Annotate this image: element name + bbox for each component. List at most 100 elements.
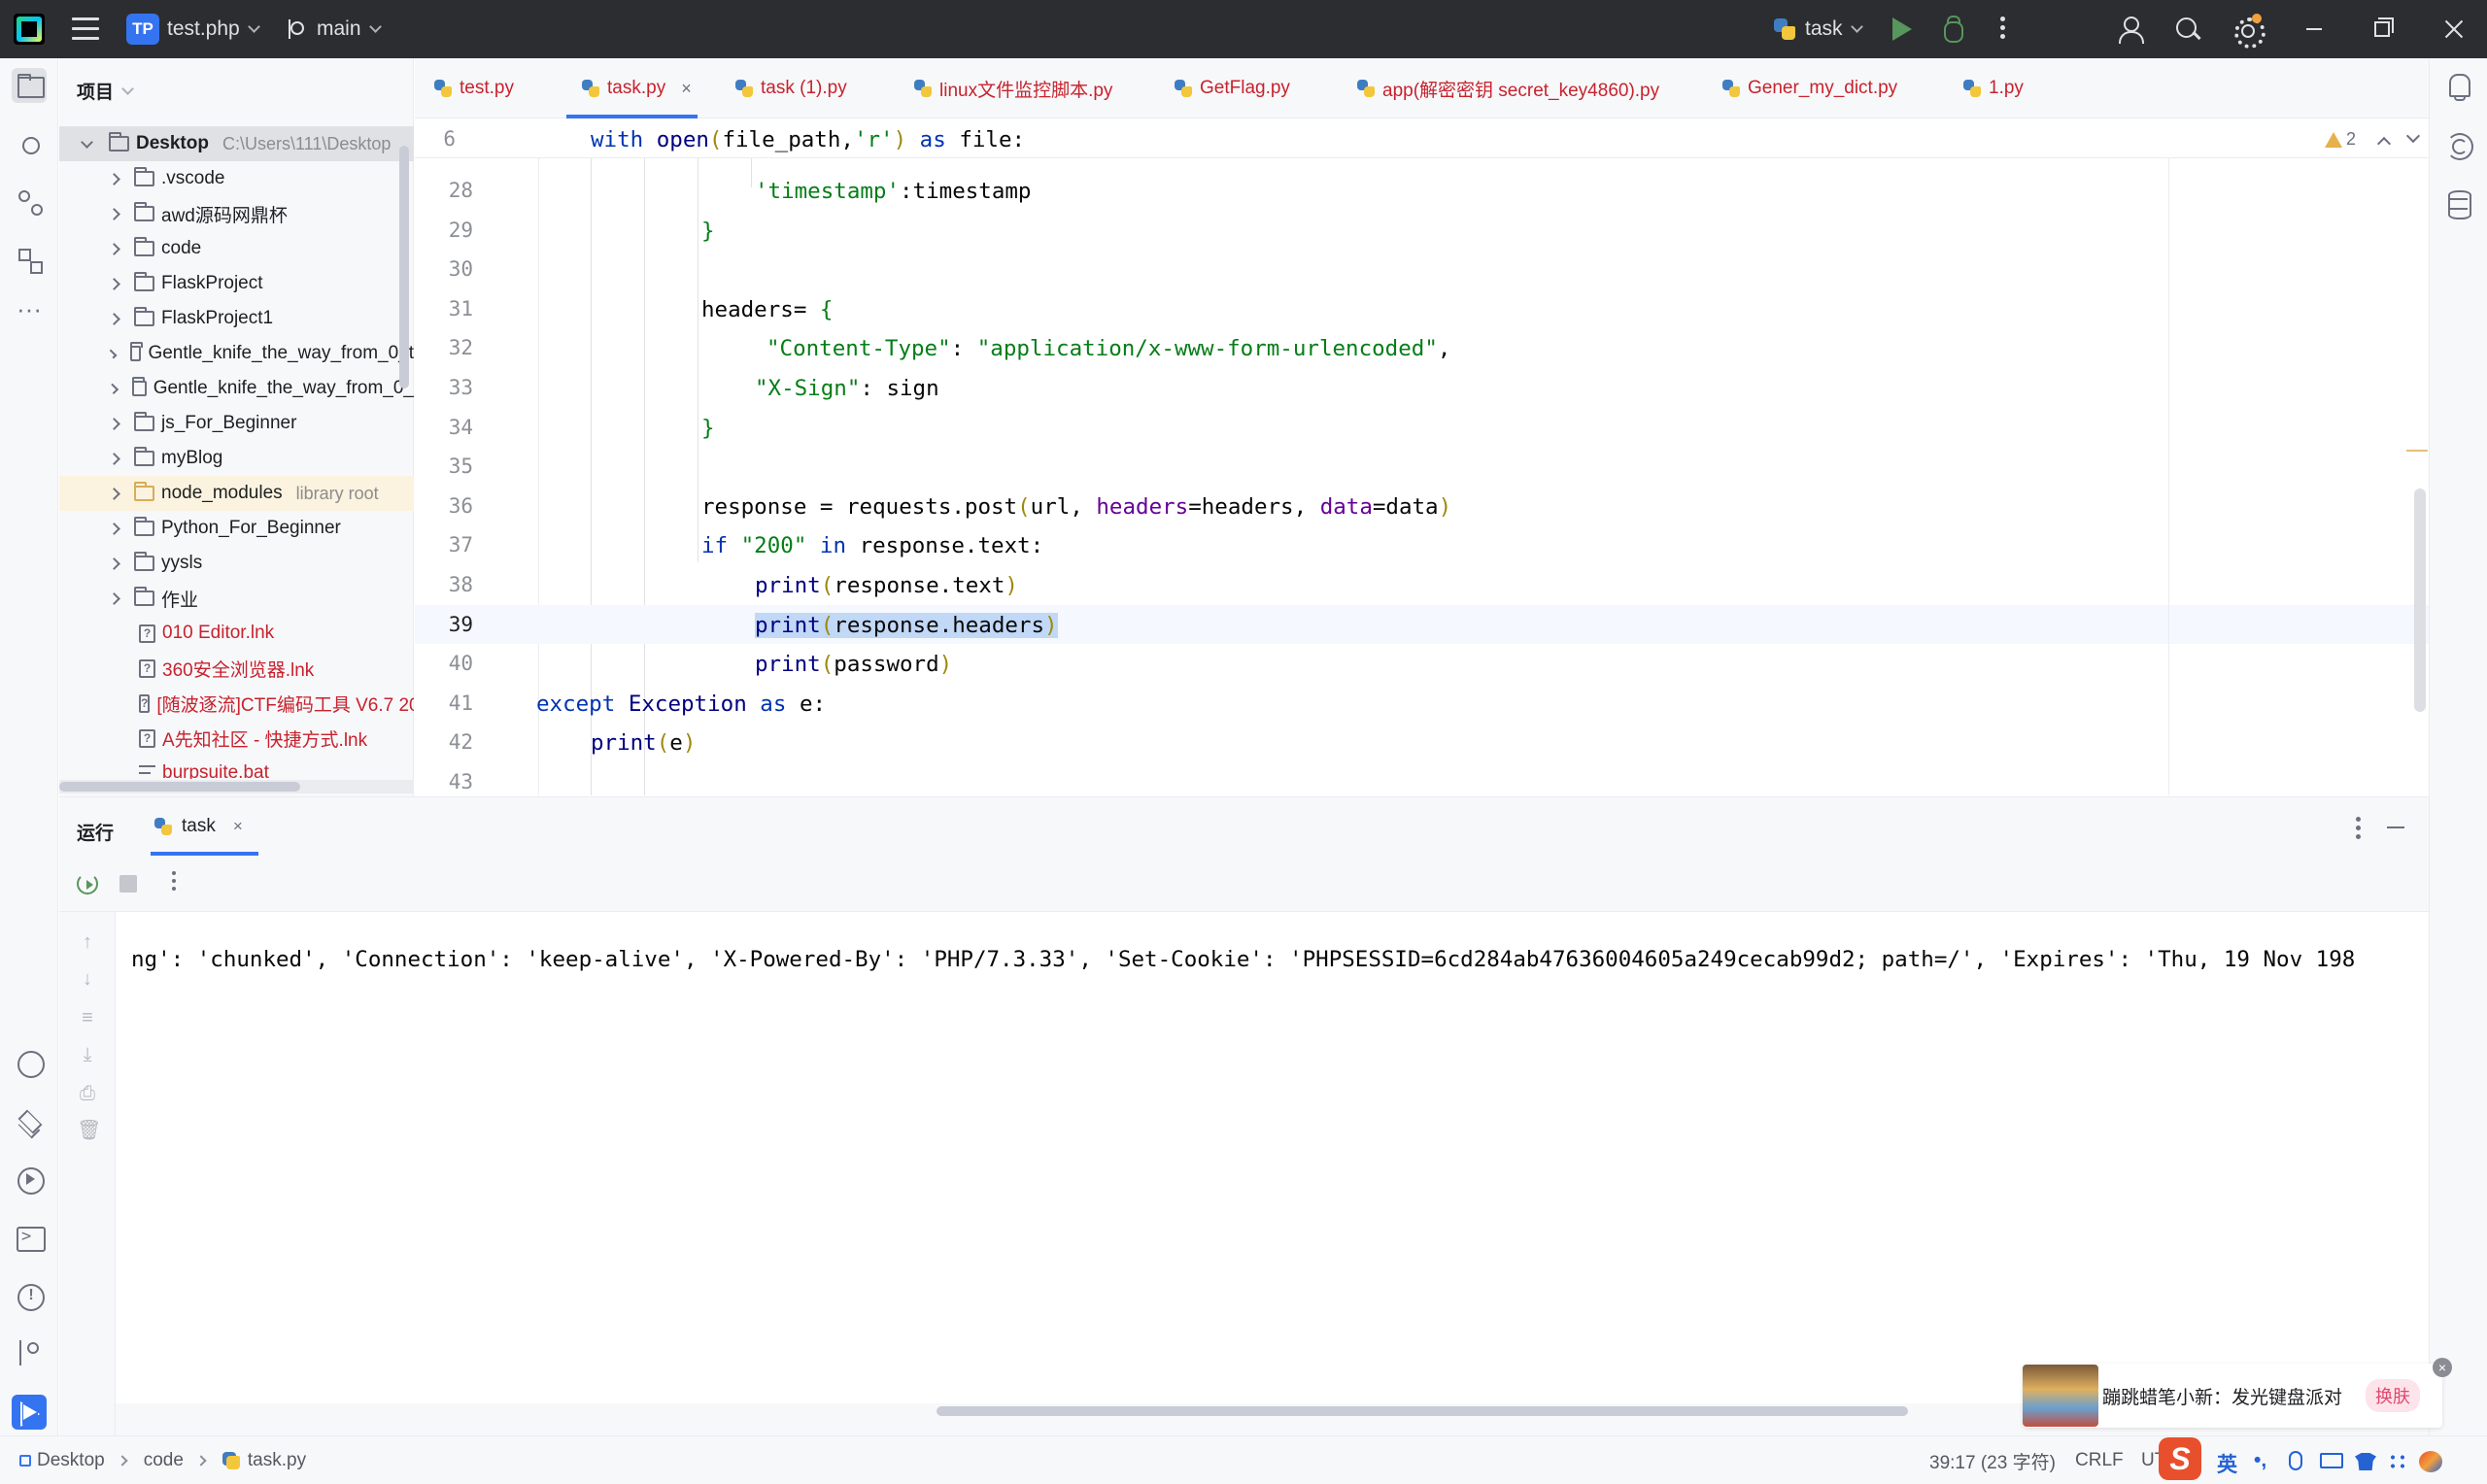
change-skin-button[interactable]: 换肤 <box>2366 1379 2421 1412</box>
tree-row[interactable]: ? [随波逐流]CTF编码工具 V6.7 20 <box>59 686 414 721</box>
run-tool-icon[interactable] <box>12 1395 47 1430</box>
ime-mascot-icon[interactable] <box>2419 1451 2442 1472</box>
code-line[interactable]: 37 if "200" in response.text: <box>415 525 2429 564</box>
code-line[interactable]: 34 } <box>415 408 2429 447</box>
line-separator[interactable]: CRLF <box>2075 1436 2124 1484</box>
editor-vertical-scrollbar[interactable] <box>2414 489 2426 712</box>
project-horizontal-scrollbar[interactable] <box>59 780 414 793</box>
expand-arrow-icon[interactable] <box>108 522 120 535</box>
problems-icon[interactable] <box>12 1278 47 1313</box>
structure-tool-icon[interactable] <box>12 243 47 278</box>
more-actions-icon[interactable] <box>2000 17 2006 43</box>
scroll-down-icon[interactable]: ↓ <box>77 968 98 990</box>
code-line[interactable]: 35 <box>415 447 2429 486</box>
expand-arrow-icon[interactable] <box>108 207 120 220</box>
tab-1-py[interactable]: 1.py <box>1963 58 2024 118</box>
run-button[interactable] <box>1892 17 1912 41</box>
expand-arrow-icon[interactable] <box>108 172 120 186</box>
tree-row[interactable]: FlaskProject1 <box>59 301 414 336</box>
project-panel-header[interactable]: 项目 <box>77 78 134 104</box>
caret-position[interactable]: 39:17 (23 字符) <box>1929 1436 2056 1484</box>
code-line-current[interactable]: 39 print(response.headers) <box>415 605 2429 644</box>
sticky-scroll-header[interactable]: 6 with open(file_path,'r') as file: 2 <box>415 119 2429 158</box>
previous-highlight-icon[interactable] <box>2376 136 2392 152</box>
tree-row[interactable]: Gentle_knife_the_way_from_0_t <box>59 336 414 371</box>
code-line[interactable]: 30 <box>415 250 2429 288</box>
next-highlight-icon[interactable] <box>2405 128 2421 144</box>
tree-row[interactable]: js_For_Beginner <box>59 406 414 441</box>
ime-skin-popup[interactable]: 蹦跳蜡笔小新：发光键盘派对 换肤 <box>2023 1364 2442 1428</box>
expand-arrow-icon[interactable] <box>108 591 120 605</box>
window-minimize-button[interactable] <box>2306 28 2322 30</box>
tab-app-py[interactable]: app(解密密钥 secret_key4860).py <box>1357 58 1659 118</box>
toolbox-icon[interactable] <box>2388 1453 2407 1470</box>
main-menu-icon[interactable] <box>72 17 99 41</box>
code-editor[interactable]: 6 with open(file_path,'r') as file: 2 28… <box>415 119 2429 795</box>
project-badge[interactable]: TP <box>126 14 159 45</box>
code-line[interactable]: 28 'timestamp':timestamp <box>415 171 2429 210</box>
scroll-to-end-icon[interactable]: ⤓ <box>77 1044 98 1065</box>
services-icon[interactable] <box>12 1162 47 1197</box>
window-restore-button[interactable] <box>2374 17 2394 37</box>
tree-row[interactable]: .vscode <box>59 161 414 196</box>
pycharm-logo-icon[interactable] <box>14 14 45 45</box>
tree-row-desktop[interactable]: Desktop C:\Users\111\Desktop <box>59 126 414 161</box>
expand-arrow-icon[interactable] <box>107 349 118 358</box>
error-stripe-mark[interactable] <box>2406 450 2428 452</box>
code-line[interactable]: 40 print(password) <box>415 644 2429 683</box>
tab-linux-monitor-py[interactable]: linux文件监控脚本.py <box>914 58 1112 118</box>
code-line[interactable]: 41 except Exception as e: <box>415 684 2429 723</box>
code-line[interactable]: 31 headers= { <box>415 289 2429 328</box>
tree-row[interactable]: ? 360安全浏览器.lnk <box>59 651 414 686</box>
ai-assistant-icon[interactable] <box>2441 128 2476 163</box>
expand-arrow-icon[interactable] <box>81 135 93 149</box>
tab-getflag-py[interactable]: GetFlag.py <box>1175 58 1290 118</box>
code-line[interactable]: 36 response = requests.post(url, headers… <box>415 487 2429 525</box>
tab-close-icon[interactable]: × <box>681 79 692 99</box>
soft-wrap-icon[interactable]: ≡ <box>77 1007 98 1029</box>
sogou-ime-logo[interactable]: S <box>2159 1437 2201 1480</box>
expand-arrow-icon[interactable] <box>108 417 120 430</box>
expand-arrow-icon[interactable] <box>108 556 120 570</box>
search-everywhere-icon[interactable] <box>2172 14 2203 45</box>
code-line[interactable]: 43 <box>415 762 2429 795</box>
console-output[interactable]: ng': 'chunked', 'Connection': 'keep-aliv… <box>116 912 2429 1403</box>
run-tab-task[interactable]: task × <box>151 797 258 856</box>
tab-task-1-py[interactable]: task (1).py <box>735 58 847 118</box>
clear-trash-icon[interactable]: 🗑 <box>77 1120 101 1141</box>
expand-arrow-icon[interactable] <box>108 452 120 465</box>
more-tools-icon[interactable]: ··· <box>12 296 47 334</box>
tab-test-py[interactable]: test.py <box>434 58 514 118</box>
scroll-up-icon[interactable]: ↑ <box>77 931 98 953</box>
ime-language-indicator[interactable]: 英 <box>2217 1449 2237 1478</box>
tree-row-node-modules[interactable]: node_modules library root <box>59 476 414 511</box>
pull-requests-icon[interactable] <box>12 185 47 219</box>
terminal-icon[interactable] <box>12 1220 47 1255</box>
expand-arrow-icon[interactable] <box>108 487 120 500</box>
tab-gener-my-dict-py[interactable]: Gener_my_dict.py <box>1722 58 1897 118</box>
run-more-icon[interactable] <box>172 871 178 894</box>
tree-row[interactable]: myBlog <box>59 441 414 476</box>
code-line[interactable]: 32 "Content-Type": "application/x-www-fo… <box>415 328 2429 367</box>
expand-arrow-icon[interactable] <box>108 242 120 255</box>
tree-row[interactable]: yysls <box>59 546 414 581</box>
branch-switcher[interactable]: main <box>286 0 382 58</box>
project-vertical-scrollbar[interactable] <box>399 146 409 388</box>
debug-button[interactable] <box>1941 16 1963 43</box>
add-user-icon[interactable] <box>2116 14 2147 45</box>
expand-arrow-icon[interactable] <box>108 312 120 325</box>
run-config-selector[interactable]: task <box>1774 0 1863 58</box>
breadcrumb-item[interactable]: task.py <box>248 1450 306 1471</box>
tree-row[interactable]: Python_For_Beginner <box>59 511 414 546</box>
git-tool-icon[interactable] <box>12 1336 47 1371</box>
run-panel-options-icon[interactable] <box>2356 817 2362 843</box>
tree-row[interactable]: ? 010 Editor.lnk <box>59 616 414 651</box>
microphone-icon[interactable] <box>2289 1451 2302 1470</box>
code-line[interactable]: 38 print(response.text) <box>415 565 2429 604</box>
database-icon[interactable] <box>2441 186 2476 221</box>
tree-row[interactable]: Gentle_knife_the_way_from_0_ <box>59 371 414 406</box>
tree-row[interactable]: 作业 <box>59 581 414 616</box>
project-tool-icon[interactable] <box>12 68 47 103</box>
run-tab-close-icon[interactable]: × <box>233 817 243 836</box>
expand-arrow-icon[interactable] <box>107 383 119 394</box>
